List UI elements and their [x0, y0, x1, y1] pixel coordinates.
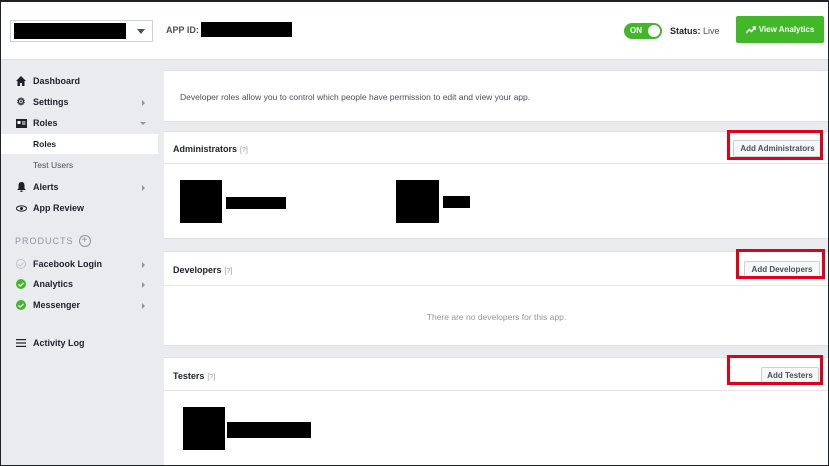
- sidebar-subitem-roles[interactable]: Roles: [0, 134, 158, 154]
- redacted-tester-name: [227, 422, 311, 438]
- app-id-label: APP ID:: [166, 25, 199, 35]
- home-icon: [15, 75, 27, 87]
- sidebar-item-label: Activity Log: [33, 338, 85, 348]
- developers-header: Developers [?] Add Developers: [164, 252, 829, 286]
- redacted-admin-name: [226, 197, 286, 209]
- sidebar-item-messenger[interactable]: Messenger: [0, 295, 158, 315]
- trend-up-icon: [745, 25, 756, 34]
- sidebar-item-label: Dashboard: [33, 76, 81, 86]
- help-link[interactable]: [?]: [225, 268, 233, 275]
- sidebar-item-analytics[interactable]: Analytics: [0, 274, 158, 294]
- toggle-label: ON: [630, 26, 642, 35]
- chevron-right-icon: [142, 282, 145, 288]
- products-heading-label: PRODUCTS: [15, 236, 74, 246]
- chevron-right-icon: [142, 100, 145, 106]
- highlight-add-developers: [736, 249, 825, 279]
- check-circle-icon: [15, 299, 27, 311]
- check-circle-icon: [15, 278, 27, 290]
- redacted-app-id: [201, 22, 292, 37]
- add-product-icon[interactable]: +: [78, 235, 91, 247]
- section-title-text: Testers: [173, 371, 205, 381]
- chevron-right-icon: [142, 303, 145, 309]
- testers-title: Testers [?]: [173, 371, 215, 381]
- sidebar-item-roles[interactable]: Roles: [0, 113, 158, 133]
- section-title-text: Administrators: [173, 144, 238, 154]
- highlight-add-testers: [727, 355, 823, 385]
- redacted-tester-avatar: [183, 407, 225, 450]
- sidebar-subitem-label: Test Users: [33, 160, 74, 170]
- eye-icon: [15, 202, 27, 214]
- roles-intro-text: Developer roles allow you to control whi…: [180, 92, 531, 102]
- id-card-icon: [15, 117, 27, 129]
- inactive-status-icon: [15, 258, 27, 270]
- developers-empty-message: There are no developers for this app.: [426, 312, 567, 322]
- redacted-app-name: [14, 23, 126, 39]
- view-analytics-button[interactable]: View Analytics: [736, 16, 824, 43]
- sidebar-item-label: Messenger: [33, 300, 81, 310]
- top-bar: APP ID: ON Status: Live View Analytics: [0, 0, 829, 60]
- developers-section: Developers [?] Add Developers There are n…: [164, 251, 829, 346]
- sidebar-subitem-test-users[interactable]: Test Users: [0, 155, 158, 175]
- app-selector[interactable]: [10, 20, 153, 42]
- sidebar-item-label: Analytics: [33, 279, 74, 289]
- chevron-right-icon: [142, 262, 145, 268]
- sidebar-subitem-label: Roles: [33, 139, 57, 149]
- chevron-right-icon: [142, 185, 145, 191]
- bell-icon: [15, 181, 27, 193]
- sidebar-item-label: Alerts: [33, 182, 59, 192]
- section-title-text: Developers: [173, 265, 222, 275]
- live-toggle[interactable]: ON: [624, 23, 662, 39]
- products-heading: PRODUCTS +: [15, 235, 91, 247]
- status-indicator: Status: Live: [670, 26, 720, 36]
- help-link[interactable]: [?]: [207, 374, 215, 381]
- sidebar: Dashboard ⚙ Settings Roles Roles Test Us…: [0, 61, 158, 466]
- administrators-title: Administrators [?]: [173, 144, 248, 154]
- sidebar-item-label: Settings: [33, 97, 69, 107]
- redacted-admin-name: [443, 196, 470, 208]
- chevron-down-icon: [140, 122, 146, 125]
- toggle-knob: [648, 25, 660, 37]
- sidebar-item-app-review[interactable]: App Review: [0, 198, 158, 218]
- sidebar-item-label: Roles: [33, 118, 58, 128]
- sidebar-item-activity-log[interactable]: Activity Log: [0, 333, 158, 353]
- sidebar-item-label: App Review: [33, 203, 85, 213]
- sidebar-item-facebook-login[interactable]: Facebook Login: [0, 254, 158, 274]
- sidebar-item-dashboard[interactable]: Dashboard: [0, 71, 158, 91]
- view-analytics-label: View Analytics: [758, 25, 815, 34]
- highlight-add-administrators: [727, 130, 823, 160]
- sidebar-item-settings[interactable]: ⚙ Settings: [0, 92, 158, 112]
- redacted-admin-avatar: [396, 180, 439, 223]
- sidebar-item-label: Facebook Login: [33, 259, 103, 269]
- chevron-down-icon: [137, 29, 145, 34]
- roles-intro-panel: Developer roles allow you to control whi…: [164, 70, 829, 122]
- developers-title: Developers [?]: [173, 265, 232, 275]
- status-value: Live: [703, 26, 720, 36]
- status-label: Status:: [670, 26, 701, 36]
- sidebar-item-alerts[interactable]: Alerts: [0, 177, 158, 197]
- help-link[interactable]: [?]: [240, 147, 248, 154]
- redacted-admin-avatar: [180, 180, 222, 223]
- list-icon: [15, 337, 27, 349]
- gear-icon: ⚙: [16, 96, 26, 108]
